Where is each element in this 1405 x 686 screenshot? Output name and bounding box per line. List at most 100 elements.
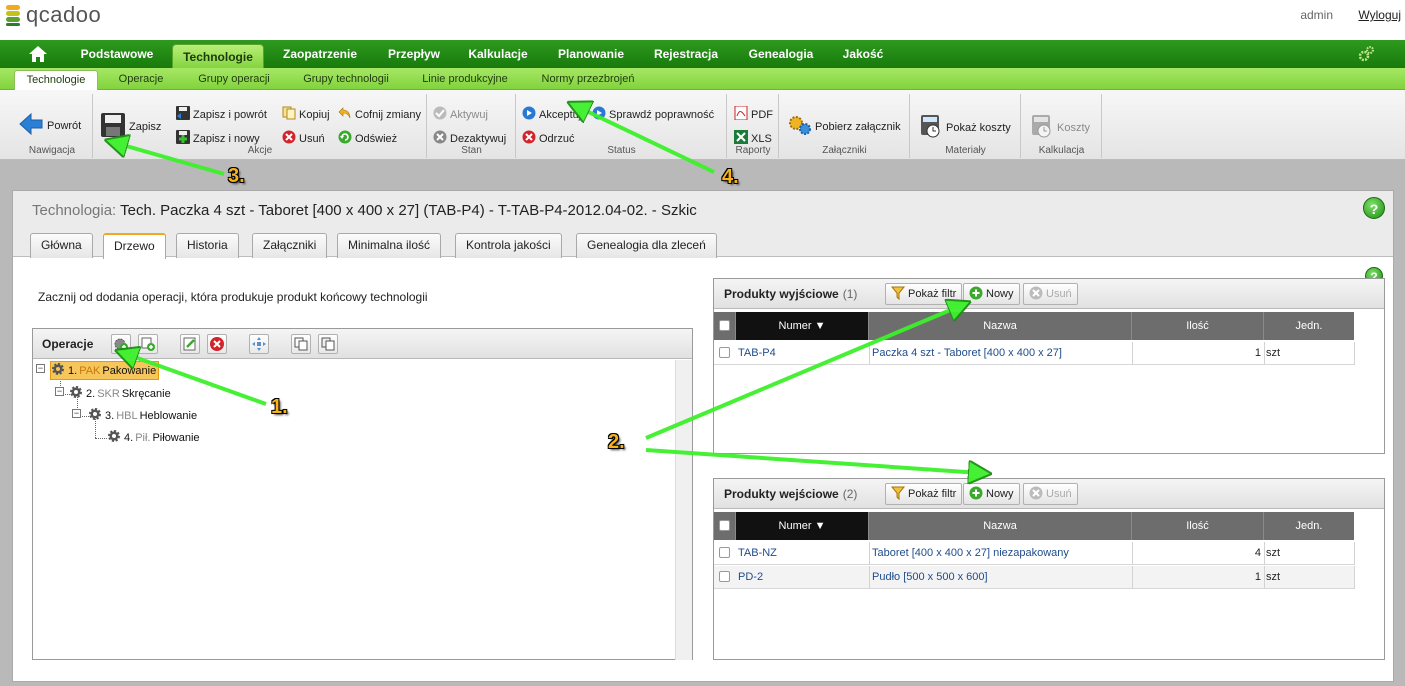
row-checkbox[interactable] xyxy=(719,547,730,558)
row-checkbox[interactable] xyxy=(719,347,730,358)
undo-button[interactable]: Cofnij zmiany xyxy=(338,106,421,123)
column-nazwa[interactable]: Nazwa xyxy=(869,312,1132,340)
tree-node-3[interactable]: 3. HBL Heblowanie xyxy=(88,407,197,424)
help-icon[interactable]: ? xyxy=(1363,197,1385,219)
delete-label: Usuń xyxy=(1046,288,1072,300)
node-code: PAK xyxy=(79,364,101,377)
collapse-toggle[interactable]: − xyxy=(72,409,81,418)
subnav-operacje[interactable]: Operacje xyxy=(108,68,174,90)
operations-scrollbar[interactable] xyxy=(675,360,692,660)
subnav-grupy-operacji[interactable]: Grupy operacji xyxy=(188,68,280,90)
row-checkbox[interactable] xyxy=(719,571,730,582)
column-nazwa[interactable]: Nazwa xyxy=(869,512,1132,540)
page-title: Technologia: Tech. Paczka 4 szt - Tabore… xyxy=(32,202,697,219)
column-jedn[interactable]: Jedn. xyxy=(1264,512,1354,540)
table-row[interactable]: PD-2 Pudło [500 x 500 x 600] 1 szt xyxy=(714,566,1355,589)
nav-kalkulacje[interactable]: Kalkulacje xyxy=(460,40,536,68)
subnav-grupy-technologii[interactable]: Grupy technologii xyxy=(296,68,396,90)
download-attachment-button[interactable]: Pobierz załącznik xyxy=(788,114,901,139)
check-validity-button[interactable]: Sprawdź poprawność xyxy=(592,106,714,123)
cell-divider xyxy=(1264,542,1265,565)
input-show-filter-button[interactable]: Pokaż filtr xyxy=(885,483,963,505)
save-and-back-button[interactable]: Zapisz i powrót xyxy=(176,106,267,123)
output-new-button[interactable]: Nowy xyxy=(963,283,1020,305)
add-icon xyxy=(969,286,983,303)
table-row[interactable]: TAB-P4 Paczka 4 szt - Taboret [400 x 400… xyxy=(714,342,1355,365)
column-numer[interactable]: Numer ▼ xyxy=(736,512,869,540)
nav-podstawowe[interactable]: Podstawowe xyxy=(68,40,166,68)
nav-jakosc[interactable]: Jakość xyxy=(832,40,894,68)
row-checkbox-cell[interactable] xyxy=(719,566,730,589)
column-ilosc[interactable]: Ilość xyxy=(1132,312,1264,340)
back-button[interactable]: Powrót xyxy=(18,112,81,139)
filter-label: Pokaż filtr xyxy=(908,488,957,500)
nav-planowanie[interactable]: Planowanie xyxy=(546,40,636,68)
logout-link[interactable]: Wyloguj xyxy=(1358,8,1401,22)
input-new-button[interactable]: Nowy xyxy=(963,483,1020,505)
activate-button[interactable]: Aktywuj xyxy=(433,106,488,123)
tab-drzewo[interactable]: Drzewo xyxy=(103,233,166,259)
tree-node-4[interactable]: 4. Pił. Piłowanie xyxy=(107,429,200,446)
column-ilosc[interactable]: Ilość xyxy=(1132,512,1264,540)
gear-icon xyxy=(107,429,121,446)
tab-glowna[interactable]: Główna xyxy=(30,233,93,258)
cell-nazwa[interactable]: Taboret [400 x 400 x 27] niezapakowany xyxy=(872,542,1130,565)
copy-operation-icon[interactable] xyxy=(291,334,311,354)
cell-numer[interactable]: TAB-NZ xyxy=(738,542,866,565)
output-delete-button[interactable]: Usuń xyxy=(1023,283,1078,305)
activate-label: Aktywuj xyxy=(450,108,488,121)
column-jedn[interactable]: Jedn. xyxy=(1264,312,1354,340)
cell-divider xyxy=(1354,542,1355,565)
select-all-checkbox[interactable] xyxy=(719,320,730,331)
tab-genealogia-dla-zlecen[interactable]: Genealogia dla zleceń xyxy=(576,233,717,258)
cell-nazwa[interactable]: Pudło [500 x 500 x 600] xyxy=(872,566,1130,589)
select-all-checkbox[interactable] xyxy=(719,520,730,531)
row-checkbox-cell[interactable] xyxy=(719,542,730,565)
select-all-checkbox-cell[interactable] xyxy=(714,512,736,540)
pdf-report-button[interactable]: PDF xyxy=(734,105,773,123)
add-operation-icon[interactable] xyxy=(111,334,131,354)
logo-icon xyxy=(4,3,22,27)
collapse-toggle[interactable]: − xyxy=(36,364,45,373)
nav-genealogia[interactable]: Genealogia xyxy=(738,40,824,68)
delete-operation-icon[interactable] xyxy=(207,334,227,354)
copy-button[interactable]: Kopiuj xyxy=(282,106,330,123)
accept-button[interactable]: Akceptuj xyxy=(522,106,581,123)
tree-node-2[interactable]: 2. SKR Skręcanie xyxy=(69,385,171,402)
tab-kontrola-jakosci[interactable]: Kontrola jakości xyxy=(455,233,562,258)
table-row[interactable]: TAB-NZ Taboret [400 x 400 x 27] niezapak… xyxy=(714,542,1355,565)
cell-nazwa[interactable]: Paczka 4 szt - Taboret [400 x 400 x 27] xyxy=(872,342,1130,365)
subnav-technologie[interactable]: Technologie xyxy=(14,70,98,91)
paste-operation-icon[interactable] xyxy=(318,334,338,354)
logo-text: qcadoo xyxy=(26,2,102,27)
tree-node-1[interactable]: 1. PAK Pakowanie xyxy=(50,361,160,380)
row-checkbox-cell[interactable] xyxy=(719,342,730,365)
subnav-linie-produkcyjne[interactable]: Linie produkcyjne xyxy=(414,68,516,90)
show-costs-button[interactable]: Pokaż koszty xyxy=(919,114,1011,141)
nav-zaopatrzenie[interactable]: Zaopatrzenie xyxy=(272,40,368,68)
edit-icon[interactable] xyxy=(180,334,200,354)
subnav-normy-przezbrojen[interactable]: Normy przezbrojeń xyxy=(532,68,644,90)
collapse-toggle[interactable]: − xyxy=(55,387,64,396)
tab-minimalna-ilosc[interactable]: Minimalna ilość xyxy=(337,233,442,258)
costs-button[interactable]: Koszty xyxy=(1030,114,1090,141)
settings-gear-icon[interactable] xyxy=(1357,45,1375,66)
nav-technologie[interactable]: Technologie xyxy=(172,44,264,70)
nav-przeplyw[interactable]: Przepływ xyxy=(374,40,454,68)
cell-numer[interactable]: TAB-P4 xyxy=(738,342,866,365)
move-icon[interactable] xyxy=(249,334,269,354)
column-numer[interactable]: Numer ▼ xyxy=(736,312,869,340)
nav-rejestracja[interactable]: Rejestracja xyxy=(644,40,728,68)
cell-numer[interactable]: PD-2 xyxy=(738,566,866,589)
qcadoo-logo[interactable]: qcadoo xyxy=(4,2,101,28)
gear-icon xyxy=(69,385,83,402)
ribbon-group-status: Akceptuj Odrzuć Sprawdź poprawność Statu… xyxy=(517,94,727,158)
add-operation-group-icon[interactable] xyxy=(138,334,158,354)
tab-zalaczniki[interactable]: Załączniki xyxy=(252,233,328,258)
tab-historia[interactable]: Historia xyxy=(176,233,239,258)
select-all-checkbox-cell[interactable] xyxy=(714,312,736,340)
input-delete-button[interactable]: Usuń xyxy=(1023,483,1078,505)
output-show-filter-button[interactable]: Pokaż filtr xyxy=(885,283,963,305)
save-button[interactable]: Zapisz xyxy=(100,112,161,141)
home-icon[interactable] xyxy=(24,43,52,65)
